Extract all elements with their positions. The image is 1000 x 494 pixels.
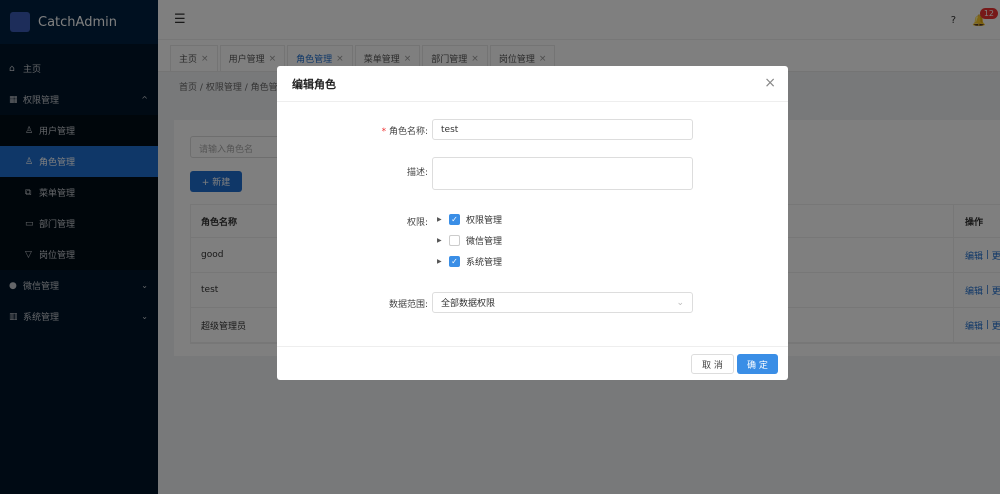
description-textarea[interactable] — [432, 157, 693, 190]
cancel-button[interactable]: 取 消 — [691, 354, 734, 374]
caret-right-icon[interactable]: ▶ — [437, 216, 449, 223]
node-label: 系统管理 — [466, 258, 503, 268]
close-icon[interactable]: × — [764, 75, 776, 91]
role-name-input[interactable]: test — [432, 119, 693, 140]
data-scope-select[interactable]: 全部数据权限 ⌄ — [432, 292, 693, 313]
caret-right-icon[interactable]: ▶ — [437, 237, 449, 244]
label-text: 角色名称: — [388, 127, 428, 137]
role-name-label: * 角色名称: — [381, 127, 428, 137]
node-label: 微信管理 — [466, 237, 503, 247]
confirm-button[interactable]: 确 定 — [737, 354, 778, 374]
dialog-header: 编辑角色 × — [277, 66, 788, 102]
data-scope-label: 数据范围: — [388, 300, 428, 310]
select-value: 全部数据权限 — [441, 299, 496, 309]
chevron-down-icon: ⌄ — [676, 297, 684, 308]
dialog-title: 编辑角色 — [292, 77, 336, 91]
description-label: 描述: — [406, 168, 428, 178]
checkbox-checked[interactable]: ✓ — [449, 214, 460, 225]
checkbox-checked[interactable]: ✓ — [449, 256, 460, 267]
perm-tree-node[interactable]: ▶ 微信管理 — [437, 234, 502, 247]
edit-role-dialog: 编辑角色 × * 角色名称: test 描述: 权限: ▶ ✓ 权限管理 ▶ 微信管理 … — [277, 66, 788, 380]
perm-tree-node[interactable]: ▶ ✓ 系统管理 — [437, 255, 502, 268]
permissions-label: 权限: — [406, 218, 428, 228]
dialog-footer: 取 消 确 定 — [277, 346, 788, 380]
node-label: 权限管理 — [466, 216, 503, 226]
checkbox[interactable] — [449, 235, 460, 246]
caret-right-icon[interactable]: ▶ — [437, 258, 449, 265]
perm-tree-node[interactable]: ▶ ✓ 权限管理 — [437, 213, 502, 226]
